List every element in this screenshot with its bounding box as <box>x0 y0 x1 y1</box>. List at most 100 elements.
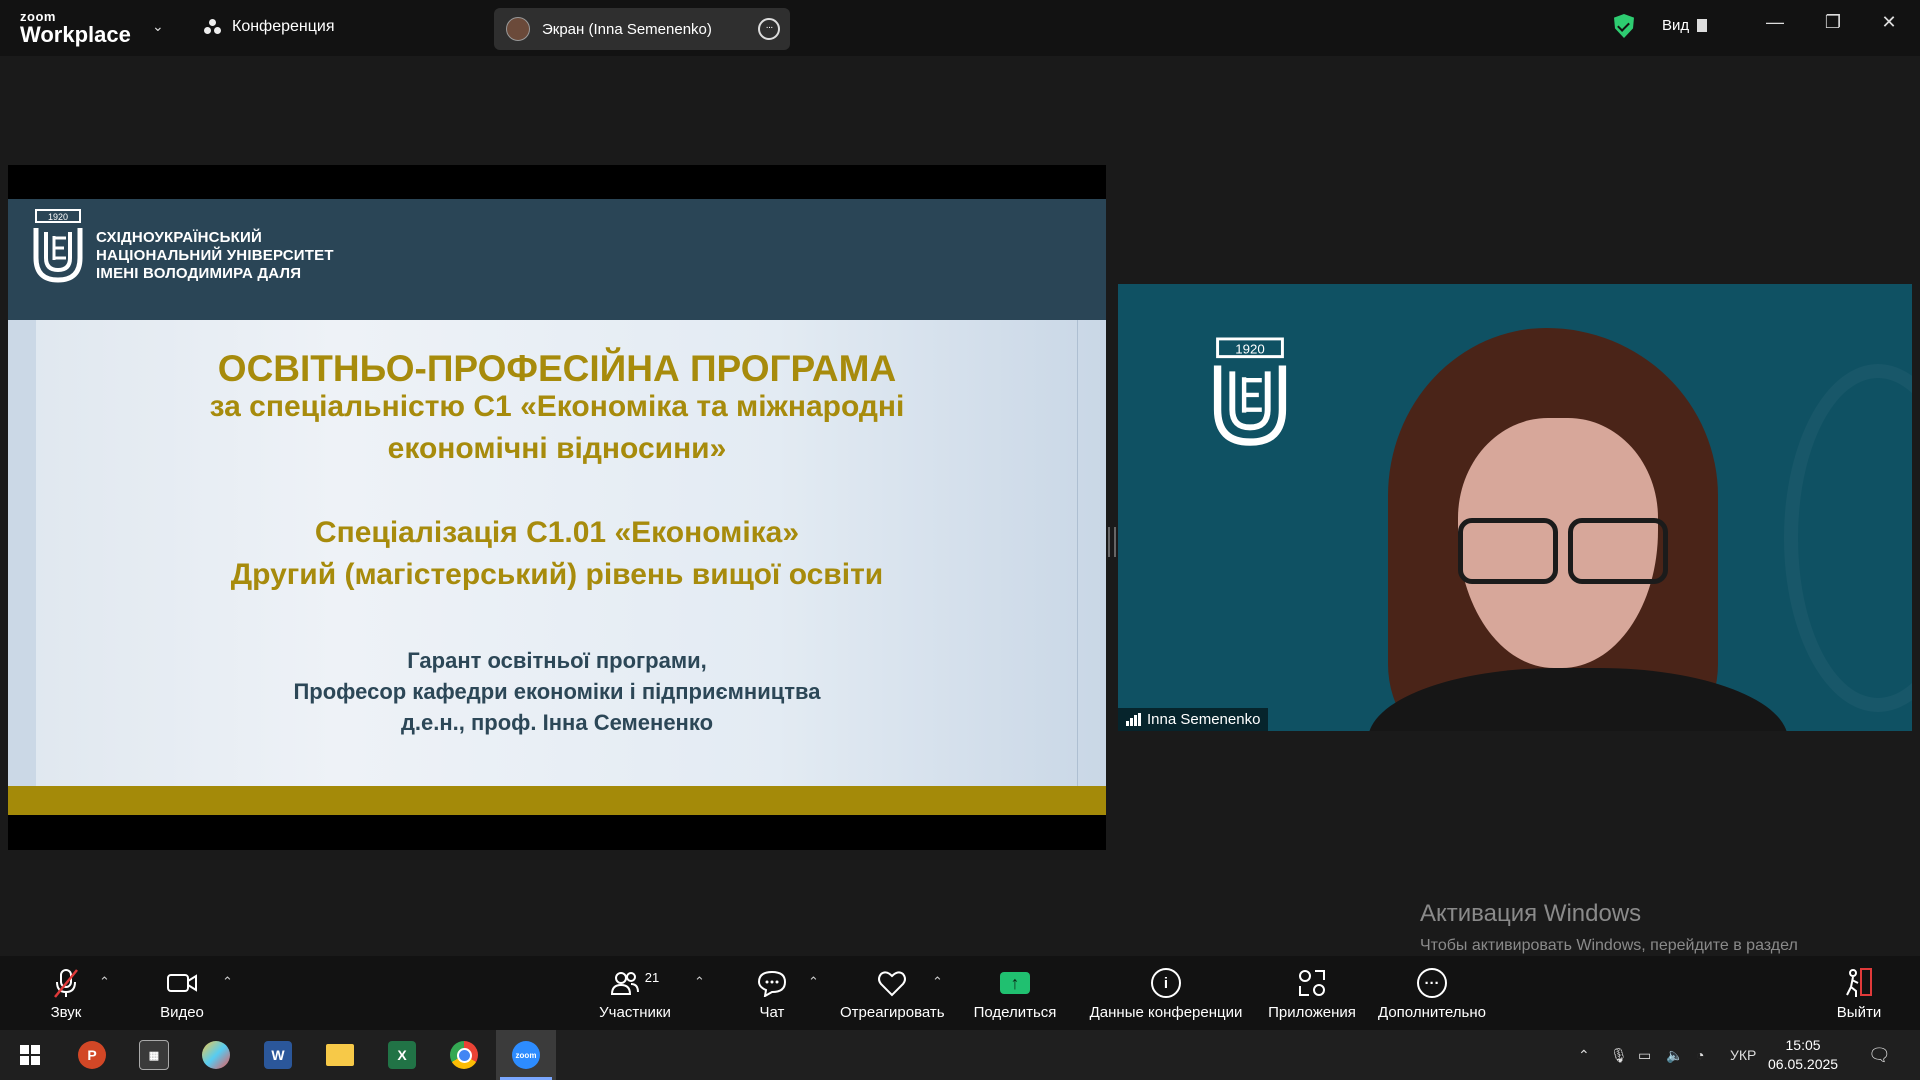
screen-share-label: Экран (Inna Semenenko) <box>542 20 712 38</box>
university-logo: 1920 <box>1213 337 1287 446</box>
background-pattern <box>1784 364 1912 712</box>
clock[interactable]: 15:05 06.05.2025 <box>1768 1036 1838 1074</box>
chat-icon <box>757 970 787 997</box>
slide-level: Другий (магістерський) рівень вищої осві… <box>230 558 884 591</box>
slide-subtitle-1: за спеціальністю С1 «Економіка та міжнар… <box>209 390 905 423</box>
network-icon[interactable]: ◔ <box>1696 1030 1704 1080</box>
brand-bottom: Workplace <box>20 22 131 47</box>
audio-options-caret[interactable]: ⌃ <box>99 974 110 990</box>
university-name: СХІДНОУКРАЇНСЬКИЙ НАЦІОНАЛЬНИЙ УНІВЕРСИТ… <box>96 229 334 283</box>
leave-label: Выйти <box>1836 1004 1882 1021</box>
video-options-caret[interactable]: ⌃ <box>222 974 233 990</box>
slide-body: ОСВІТНЬО-ПРОФЕСІЙНА ПРОГРАМА за спеціаль… <box>8 320 1106 786</box>
shared-screen: 1920 СХІДНОУКРАЇНСЬКИЙ НАЦІОНАЛЬНИЙ УНІВ… <box>8 165 1106 850</box>
slide-specialization: Спеціалізація С1.01 «Економіка» <box>314 516 800 549</box>
participant-name-tag: Inna Semenenko <box>1118 708 1269 731</box>
react-options-caret[interactable]: ⌃ <box>932 974 943 990</box>
university-line-1: СХІДНОУКРАЇНСЬКИЙ <box>96 229 262 246</box>
chat-button[interactable]: Чат <box>752 966 792 1021</box>
slide-subtitle-2: економічні відносини» <box>387 432 727 465</box>
audio-button[interactable]: Звук <box>40 966 92 1021</box>
screen-share-pill[interactable]: Экран (Inna Semenenko) ··· <box>494 8 790 50</box>
apps-label: Приложения <box>1268 1004 1356 1021</box>
meeting-info-button[interactable]: i Данные конференции <box>1086 966 1246 1021</box>
more-options-icon[interactable]: ··· <box>758 18 780 40</box>
start-button[interactable] <box>0 1030 60 1080</box>
participant-video-tile[interactable]: 1920 Inna Semenenko <box>1118 284 1912 731</box>
slide-footer-band <box>8 786 1106 815</box>
chevron-down-icon[interactable]: ⌄ <box>152 18 164 35</box>
heart-icon <box>878 971 906 997</box>
taskbar-powerpoint[interactable]: P <box>62 1030 122 1080</box>
battery-icon[interactable]: ▭ <box>1638 1030 1651 1080</box>
taskbar-calculator[interactable]: ▦ <box>124 1030 184 1080</box>
more-button[interactable]: ··· Дополнительно <box>1376 966 1488 1021</box>
leave-button[interactable]: Выйти <box>1834 966 1884 1021</box>
university-line-3: ІМЕНІ ВОЛОДИМИРА ДАЛЯ <box>96 265 302 282</box>
participants-count-badge: 21 <box>644 969 660 985</box>
participants-options-caret[interactable]: ⌃ <box>694 974 705 990</box>
react-button[interactable]: Отреагировать <box>840 966 945 1021</box>
audio-label: Звук <box>50 1004 82 1021</box>
restore-button[interactable]: ❐ <box>1818 12 1848 33</box>
meeting-info-label: Данные конференции <box>1089 1004 1243 1021</box>
paint-icon <box>202 1041 230 1069</box>
logo-year: 1920 <box>48 212 68 222</box>
apps-icon <box>1299 970 1325 996</box>
microphone-tray-icon[interactable]: 🎙 <box>1610 1030 1628 1080</box>
chat-options-caret[interactable]: ⌃ <box>808 974 819 990</box>
slide-title: ОСВІТНЬО-ПРОФЕСІЙНА ПРОГРАМА <box>217 348 897 389</box>
signal-strength-icon <box>1126 713 1141 726</box>
slide-header: 1920 СХІДНОУКРАЇНСЬКИЙ НАЦІОНАЛЬНИЙ УНІВ… <box>8 199 1106 320</box>
language-indicator[interactable]: УКР <box>1730 1030 1756 1080</box>
guarantor-line-3: д.е.н., проф. Інна Семененко <box>400 710 714 735</box>
taskbar-file-explorer[interactable] <box>310 1030 370 1080</box>
video-camera-icon <box>167 974 197 992</box>
react-label: Отреагировать <box>840 1004 945 1021</box>
apps-button[interactable]: Приложения <box>1266 966 1358 1021</box>
chat-label: Чат <box>759 1004 785 1021</box>
leave-icon <box>1846 968 1872 997</box>
taskbar-chrome[interactable] <box>434 1030 494 1080</box>
clock-time: 15:05 <box>1785 1037 1821 1053</box>
security-shield-icon[interactable] <box>1614 14 1634 38</box>
participant-glasses <box>1458 518 1668 584</box>
windows-taskbar: P ▦ W X zoom ⌃ 🎙 ▭ 🔈 ◔ УКР 15:05 06.05.2… <box>0 1030 1920 1080</box>
close-button[interactable]: ✕ <box>1874 12 1904 33</box>
show-hidden-icons-button[interactable]: ⌃ <box>1578 1030 1590 1080</box>
split-resize-handle[interactable] <box>1108 527 1116 557</box>
university-logo: 1920 <box>33 209 83 283</box>
notifications-icon[interactable]: 🗨 <box>1868 1030 1891 1080</box>
more-icon: ··· <box>1417 968 1447 998</box>
minimize-button[interactable]: — <box>1760 12 1790 33</box>
taskbar-zoom[interactable]: zoom <box>496 1030 556 1080</box>
view-label: Вид <box>1662 17 1690 34</box>
participants-button[interactable]: 21 Участники <box>595 966 675 1022</box>
taskbar-word[interactable]: W <box>248 1030 308 1080</box>
view-button[interactable]: Вид <box>1662 17 1708 34</box>
calculator-icon: ▦ <box>139 1040 169 1070</box>
volume-icon[interactable]: 🔈 <box>1666 1030 1683 1080</box>
meeting-menu-button[interactable]: Конференция <box>204 18 335 36</box>
avatar <box>506 17 530 41</box>
participant-name: Inna Semenenko <box>1147 711 1261 728</box>
title-bar: zoom Workplace ⌄ Конференция Экран (Inna… <box>0 0 1920 56</box>
video-label: Видео <box>160 1004 204 1021</box>
meeting-menu-label: Конференция <box>232 18 335 35</box>
video-button[interactable]: Видео <box>156 966 208 1021</box>
taskbar-excel[interactable]: X <box>372 1030 432 1080</box>
taskbar-paint[interactable] <box>186 1030 246 1080</box>
meeting-toolbar: Звук ⌃ Видео ⌃ 21 Участники ⌃ Чат ⌃ Отре… <box>0 956 1920 1030</box>
activation-title: Активация Windows <box>1420 900 1642 927</box>
more-label: Дополнительно <box>1378 1004 1486 1021</box>
guarantor-line-2: Професор кафедри економіки і підприємниц… <box>293 679 821 704</box>
university-line-2: НАЦІОНАЛЬНИЙ УНІВЕРСИТЕТ <box>96 247 334 264</box>
share-button[interactable]: Поделиться <box>972 966 1058 1021</box>
muted-microphone-icon <box>54 969 78 998</box>
guarantor-line-1: Гарант освітньої програми, <box>407 648 707 673</box>
logo-year: 1920 <box>1235 342 1264 357</box>
excel-icon: X <box>388 1041 416 1069</box>
windows-logo-icon <box>20 1045 40 1065</box>
info-icon: i <box>1151 968 1181 998</box>
participants-icon <box>610 972 639 995</box>
